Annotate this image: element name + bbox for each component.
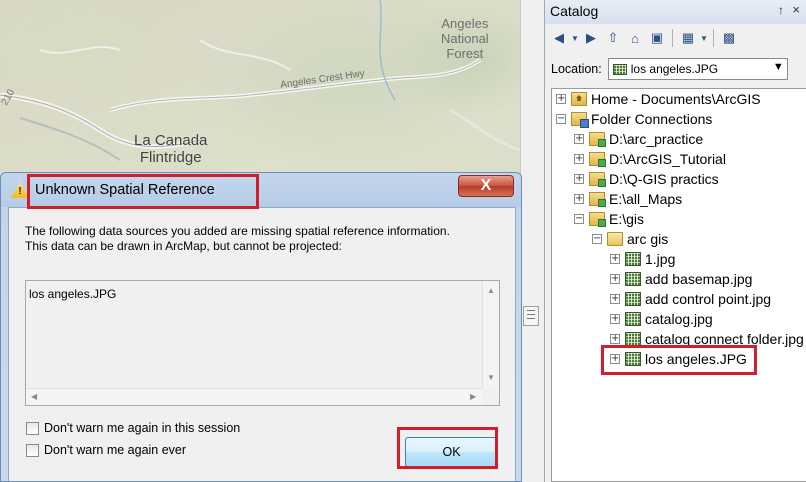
expand-icon[interactable]: +: [610, 314, 620, 324]
expand-icon[interactable]: +: [574, 174, 584, 184]
forward-arrow-icon[interactable]: ▶: [581, 28, 601, 48]
catalog-title: Catalog: [550, 3, 599, 19]
expand-icon[interactable]: +: [574, 154, 584, 164]
folder-connection-open-icon: [589, 212, 606, 227]
collapse-icon[interactable]: −: [592, 234, 602, 244]
tree-node[interactable]: +1.jpg: [610, 249, 675, 269]
location-bar: Location: los angeles.JPG ▼: [545, 56, 806, 82]
catalog-toolbar: ◀ ▼ ▶ ⇧ ⌂ ▣ ▦ ▼ ▩: [545, 24, 806, 52]
tree-node[interactable]: + add control point.jpg: [610, 289, 771, 309]
list-item[interactable]: los angeles.JPG: [29, 287, 116, 301]
raster-icon: [625, 292, 641, 306]
tree-node-label: add control point.jpg: [645, 291, 772, 307]
expand-icon[interactable]: +: [556, 94, 566, 104]
warn-session-checkbox[interactable]: Don't warn me again in this session: [26, 421, 240, 435]
raster-icon: [625, 312, 641, 326]
scroll-down-icon[interactable]: ▼: [487, 373, 495, 382]
expand-icon[interactable]: +: [574, 194, 584, 204]
tree-highlight-box: [601, 345, 757, 375]
dialog-close-button[interactable]: X: [458, 175, 514, 197]
folder-open-icon: [607, 232, 623, 246]
tree-node-label: add basemap.jpg: [645, 271, 753, 287]
connect-folder-icon[interactable]: ▣: [647, 28, 667, 48]
tree-node[interactable]: + D:\ArcGIS_Tutorial: [574, 149, 726, 169]
missing-sources-list[interactable]: los angeles.JPG ▲ ▼ ◀ ▶: [25, 280, 500, 406]
ok-highlight-box: [397, 427, 498, 469]
folder-connection-icon: [589, 152, 606, 167]
expand-icon[interactable]: +: [610, 254, 620, 264]
location-combobox[interactable]: los angeles.JPG ▼: [607, 58, 788, 80]
new-item-icon[interactable]: ▩: [719, 28, 739, 48]
collapse-icon[interactable]: −: [574, 214, 584, 224]
tree-node-label: arc gis: [627, 231, 669, 247]
folder-connection-icon: [589, 192, 606, 207]
scroll-right-icon[interactable]: ▶: [470, 392, 476, 401]
tree-node-label: Folder Connections: [591, 111, 713, 127]
views-dropdown-icon[interactable]: ▼: [700, 28, 708, 48]
tree-node[interactable]: − E:\gis: [574, 209, 644, 229]
catalog-title-bar: Catalog ↑ ×: [545, 0, 806, 24]
checkbox-box[interactable]: [26, 421, 39, 435]
tree-node-label: D:\Q-GIS practics: [609, 171, 719, 187]
splitter-grip-icon[interactable]: [523, 306, 539, 326]
tree-node-label: D:\arc_practice: [609, 131, 704, 147]
expand-icon[interactable]: +: [574, 134, 584, 144]
chevron-down-icon[interactable]: ▼: [773, 61, 784, 73]
dialog-message: The following data sources you added are…: [25, 224, 505, 254]
horizontal-scrollbar[interactable]: ◀ ▶: [26, 388, 483, 405]
expand-icon[interactable]: +: [610, 274, 620, 284]
tree-node-label: catalog.jpg: [645, 311, 713, 327]
dialog-message-line: This data can be drawn in ArcMap, but ca…: [25, 239, 342, 253]
tree-node[interactable]: + D:\arc_practice: [574, 129, 703, 149]
back-arrow-icon[interactable]: ◀: [549, 28, 569, 48]
raster-icon: [625, 252, 641, 266]
pin-icon[interactable]: ↑: [778, 3, 784, 17]
location-value: los angeles.JPG: [630, 62, 719, 76]
checkbox-box[interactable]: [26, 443, 39, 457]
vertical-scrollbar[interactable]: ▲ ▼: [482, 281, 499, 389]
checkbox-label: Don't warn me again in this session: [44, 421, 241, 435]
tree-node[interactable]: + E:\all_Maps: [574, 189, 682, 209]
tree-node-label: Home - Documents\ArcGIS: [591, 91, 761, 107]
map-label-forest: Angeles National Forest: [441, 16, 489, 61]
expand-icon[interactable]: +: [610, 294, 620, 304]
folder-connection-icon: [589, 172, 606, 187]
back-dropdown-icon[interactable]: ▼: [571, 28, 579, 48]
tree-node[interactable]: + catalog.jpg: [610, 309, 713, 329]
toolbar-separator: [672, 29, 673, 47]
title-highlight-box: [27, 174, 259, 209]
dialog-message-line: The following data sources you added are…: [25, 224, 450, 238]
tree-node[interactable]: − arc gis: [592, 229, 668, 249]
catalog-tree[interactable]: + Home - Documents\ArcGIS − Folder Connecti…: [551, 88, 806, 482]
views-icon[interactable]: ▦: [678, 28, 698, 48]
raster-icon: [625, 332, 641, 346]
tree-node[interactable]: + D:\Q-GIS practics: [574, 169, 719, 189]
tree-node-label: E:\all_Maps: [609, 191, 683, 207]
tree-node[interactable]: − Folder Connections: [556, 109, 712, 129]
catalog-close-icon[interactable]: ×: [792, 2, 800, 17]
toolbar-separator: [713, 29, 714, 47]
warn-ever-checkbox[interactable]: Don't warn me again ever: [26, 443, 186, 457]
catalog-panel: Catalog ↑ × ◀ ▼ ▶ ⇧ ⌂ ▣ ▦ ▼ ▩ Location: …: [544, 0, 806, 482]
tree-node[interactable]: + add basemap.jpg: [610, 269, 752, 289]
raster-icon: [612, 63, 627, 75]
home-folder-icon: [571, 92, 587, 106]
scroll-left-icon[interactable]: ◀: [31, 392, 37, 401]
expand-icon[interactable]: +: [610, 334, 620, 344]
home-icon[interactable]: ⌂: [625, 28, 645, 48]
tree-node-label: 1.jpg: [645, 251, 676, 267]
location-label: Location:: [551, 62, 602, 76]
tree-node-label: D:\ArcGIS_Tutorial: [609, 151, 726, 167]
collapse-icon[interactable]: −: [556, 114, 566, 124]
panel-splitter[interactable]: [520, 0, 544, 482]
tree-node-label: E:\gis: [609, 211, 645, 227]
scroll-up-icon[interactable]: ▲: [487, 286, 495, 295]
tree-node[interactable]: + Home - Documents\ArcGIS: [556, 89, 761, 109]
raster-icon: [625, 272, 641, 286]
checkbox-label: Don't warn me again ever: [44, 443, 187, 457]
folder-connections-icon: [571, 112, 589, 128]
map-label-city: La Canada Flintridge: [134, 132, 208, 166]
folder-connection-icon: [589, 132, 606, 147]
up-one-level-icon[interactable]: ⇧: [603, 28, 623, 48]
